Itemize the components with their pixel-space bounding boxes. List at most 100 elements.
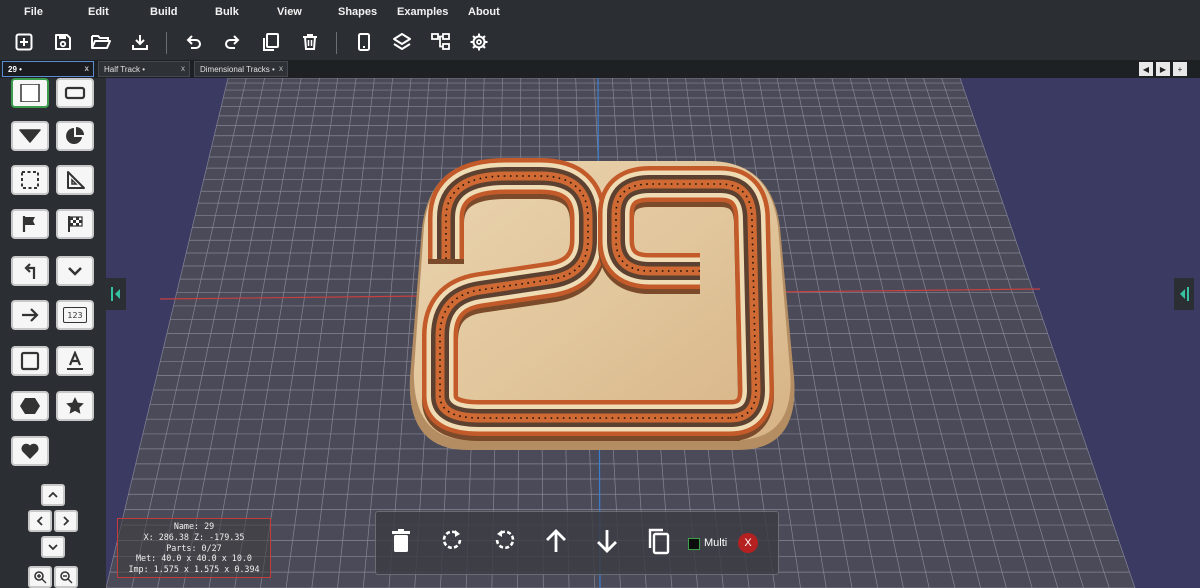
copy-icon (263, 33, 279, 51)
tab-dimensional-tracks[interactable]: Dimensional Tracks • x (194, 61, 288, 77)
download-button[interactable] (128, 30, 152, 54)
settings-button[interactable] (467, 30, 491, 54)
return-arrow-icon (24, 263, 36, 279)
pan-up-button[interactable] (41, 484, 65, 506)
app-window: File Edit Build Bulk View Shapes Example… (0, 0, 1200, 588)
phone-view-button[interactable] (352, 30, 376, 54)
tab-half-track[interactable]: Half Track • x (98, 61, 190, 77)
square-outline-icon (20, 351, 40, 371)
shape-palette: 123 (0, 78, 106, 588)
hexagon-icon (20, 398, 40, 414)
redo-button[interactable] (220, 30, 244, 54)
tool-set-square[interactable] (56, 165, 94, 195)
tool-pie[interactable] (56, 121, 94, 151)
new-file-button[interactable] (12, 30, 36, 54)
menu-edit[interactable]: Edit (88, 6, 109, 18)
close-action-bar-button[interactable]: X (738, 533, 758, 553)
rectangle-outline-icon (64, 86, 86, 100)
star-icon (66, 397, 84, 414)
move-down-button[interactable] (592, 526, 622, 556)
tab-label: 29 • (8, 64, 22, 74)
pan-left-button[interactable] (28, 510, 52, 532)
menu-bulk[interactable]: Bulk (215, 6, 239, 18)
arrow-down-icon (597, 530, 617, 553)
multi-select-label: Multi (704, 537, 728, 549)
menu-build[interactable]: Build (150, 6, 178, 18)
checkered-flag-icon (68, 216, 83, 232)
zoom-out-icon (60, 571, 73, 584)
chevron-left-icon (36, 516, 43, 526)
info-metric-size: Met: 40.0 x 40.0 x 10.0 (136, 553, 252, 564)
layers-button[interactable] (390, 30, 414, 54)
tool-square-outline[interactable] (11, 346, 49, 376)
save-button[interactable] (51, 30, 75, 54)
chevron-right-icon (63, 516, 70, 526)
tool-text[interactable] (56, 346, 94, 376)
cribbage-board-29[interactable] (409, 158, 795, 450)
tab-prev-button[interactable]: ◀ (1139, 62, 1153, 76)
menu-view[interactable]: View (277, 6, 302, 18)
pan-down-button[interactable] (41, 536, 65, 558)
toolbar-separator (336, 32, 337, 54)
arrow-right-icon (22, 308, 39, 322)
zoom-out-button[interactable] (54, 566, 78, 588)
set-square-icon (67, 171, 85, 189)
arrow-up-icon (546, 529, 566, 552)
tab-29[interactable]: 29 • x (2, 61, 94, 77)
delete-object-button[interactable] (386, 526, 416, 556)
info-name: Name: 29 (173, 521, 215, 531)
tab-add-button[interactable]: + (1173, 62, 1187, 76)
panel-collapse-left-icon (111, 287, 120, 301)
copy-button[interactable] (259, 30, 283, 54)
rotate-clockwise-button[interactable] (438, 526, 468, 556)
chevron-down-icon (68, 267, 82, 276)
chevron-up-icon (48, 491, 58, 498)
tool-hexagon[interactable] (11, 391, 49, 421)
menu-examples[interactable]: Examples (397, 6, 448, 18)
left-panel-toggle[interactable] (106, 278, 126, 310)
move-up-button[interactable] (541, 526, 571, 556)
tool-heart[interactable] (11, 436, 49, 466)
menu-shapes[interactable]: Shapes (338, 6, 377, 18)
pan-right-button[interactable] (54, 510, 78, 532)
tab-close-icon[interactable]: x (85, 64, 89, 73)
open-folder-button[interactable] (89, 30, 113, 54)
phone-icon (358, 33, 370, 51)
tool-arrow-right[interactable] (11, 300, 49, 330)
tool-chevron-down[interactable] (56, 256, 94, 286)
tool-triangle[interactable] (11, 121, 49, 151)
menu-bar: File Edit Build Bulk View Shapes Example… (0, 0, 1200, 24)
square-filled-icon (20, 84, 40, 102)
undo-button[interactable] (182, 30, 206, 54)
flag-icon (22, 216, 35, 232)
rotate-counterclockwise-icon (495, 530, 515, 549)
tab-next-button[interactable]: ▶ (1156, 62, 1170, 76)
info-coords: X: 286.38 Z: -179.35 (143, 531, 245, 542)
tool-return-arrow[interactable] (11, 256, 49, 286)
zoom-in-button[interactable] (28, 566, 52, 588)
tool-selection-frame[interactable] (11, 165, 49, 195)
tab-close-icon[interactable]: x (279, 64, 283, 73)
rotate-counterclockwise-button[interactable] (489, 526, 519, 556)
tool-number-tag[interactable]: 123 (56, 300, 94, 330)
right-panel-toggle[interactable] (1174, 278, 1194, 310)
tool-star[interactable] (56, 391, 94, 421)
tab-close-icon[interactable]: x (181, 64, 185, 73)
tab-label: Half Track • (104, 64, 146, 74)
menu-file[interactable]: File (24, 6, 43, 18)
tool-checkered-flag[interactable] (56, 209, 94, 239)
tool-rectangle-outline[interactable] (56, 78, 94, 108)
duplicate-object-button[interactable] (644, 526, 674, 556)
panel-collapse-right-icon (1180, 287, 1189, 301)
tool-square-filled[interactable] (11, 78, 49, 108)
hierarchy-button[interactable] (429, 30, 453, 54)
save-icon (55, 34, 71, 50)
multi-select-checkbox[interactable] (688, 538, 700, 550)
delete-button[interactable] (298, 30, 322, 54)
tool-flag[interactable] (11, 209, 49, 239)
number-tag-icon: 123 (63, 307, 87, 323)
redo-icon (225, 35, 240, 49)
menu-about[interactable]: About (468, 6, 500, 18)
toolbar (0, 24, 1200, 60)
selection-info-panel: Name: 29 X: 286.38 Z: -179.35 Parts: 0/2… (117, 518, 271, 578)
